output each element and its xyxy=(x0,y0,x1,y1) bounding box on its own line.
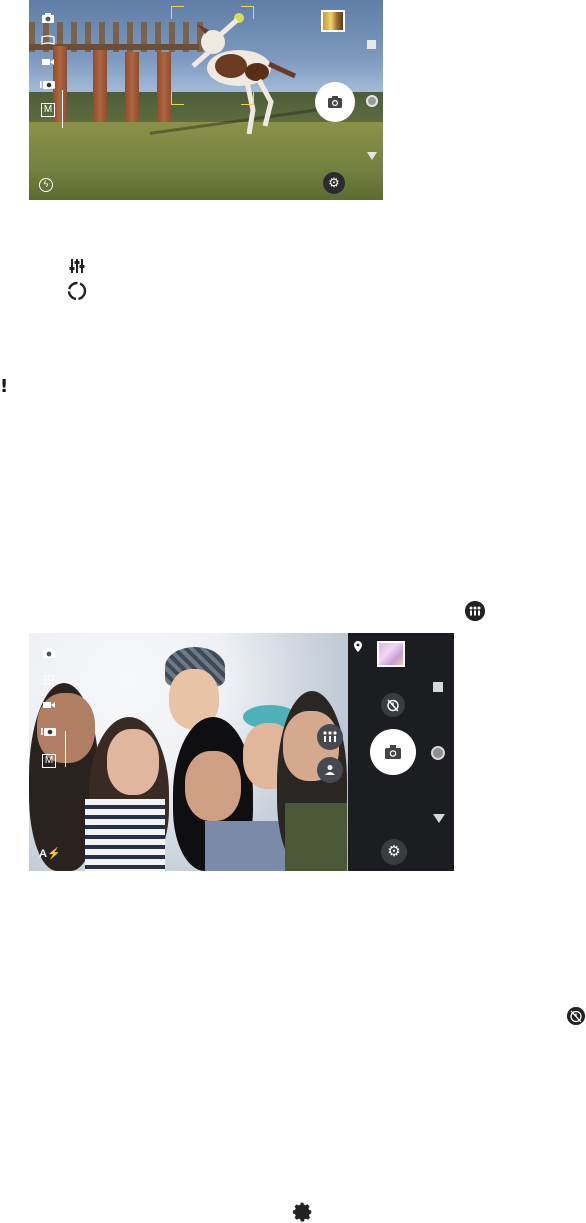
manual-icon[interactable]: M xyxy=(37,98,59,120)
group-selfie-icon[interactable] xyxy=(317,724,343,750)
pergola-pillar xyxy=(125,52,139,126)
viewfinder-outdoor-screenshot: M ⚙ ϟ xyxy=(29,0,383,200)
olive-jacket xyxy=(285,803,347,871)
manual-label: M xyxy=(40,103,56,117)
video-icon[interactable] xyxy=(37,54,59,76)
photo-thumbnail[interactable] xyxy=(321,10,345,32)
viewfinder-selfie-screenshot: M A⚡ ⚙ xyxy=(29,633,454,871)
note-icon: ! xyxy=(0,376,9,397)
record-dot-icon[interactable] xyxy=(431,746,445,760)
pergola-pillar xyxy=(93,50,107,130)
video-icon[interactable] xyxy=(37,695,61,721)
jumping-dog xyxy=(191,13,297,135)
gear-icon xyxy=(292,1202,312,1222)
camera-switch-icon[interactable] xyxy=(37,10,59,32)
self-timer-icon xyxy=(567,1007,585,1025)
pin-icon xyxy=(354,641,362,655)
camera-icon xyxy=(328,96,342,108)
mode-indicator xyxy=(65,731,66,767)
photo-thumbnail[interactable] xyxy=(377,641,405,667)
striped-shirt xyxy=(85,799,165,871)
camera-switch-icon[interactable] xyxy=(37,643,61,669)
flash-off-icon[interactable]: ϟ xyxy=(39,178,53,192)
mode-selector: M xyxy=(37,643,61,793)
video-square-icon[interactable] xyxy=(433,682,443,692)
person-icon[interactable] xyxy=(317,757,343,783)
focus-bracket xyxy=(241,92,254,105)
superior-auto-icon[interactable] xyxy=(37,721,61,747)
gear-icon[interactable]: ⚙ xyxy=(381,839,407,865)
focus-bracket xyxy=(241,6,254,19)
focus-bracket xyxy=(171,92,184,105)
manual-icon[interactable]: M xyxy=(37,747,61,773)
face xyxy=(107,729,159,795)
ring-icon xyxy=(67,281,87,301)
face xyxy=(185,751,241,821)
focus-bracket xyxy=(171,6,184,19)
triangle-down-icon[interactable] xyxy=(433,814,445,823)
shutter-button[interactable] xyxy=(315,82,355,122)
self-timer-icon[interactable] xyxy=(381,693,405,717)
gear-icon[interactable]: ⚙ xyxy=(323,172,345,194)
panorama-icon[interactable] xyxy=(37,32,59,54)
effects-icon[interactable] xyxy=(37,669,61,695)
group-selfie-icon xyxy=(465,601,485,621)
camera-icon xyxy=(385,745,401,759)
mode-indicator xyxy=(62,90,63,128)
shutter-button[interactable] xyxy=(370,729,416,775)
video-square-icon[interactable] xyxy=(367,40,376,49)
manual-label: M xyxy=(41,754,57,768)
pergola-pillar xyxy=(157,52,171,122)
auto-flash-icon[interactable]: A⚡ xyxy=(39,847,61,860)
sliders-icon xyxy=(69,259,85,273)
record-dot-icon[interactable] xyxy=(366,95,378,107)
superior-auto-icon[interactable] xyxy=(37,76,59,98)
triangle-down-icon[interactable] xyxy=(367,152,377,160)
mode-selector: M xyxy=(37,10,59,130)
